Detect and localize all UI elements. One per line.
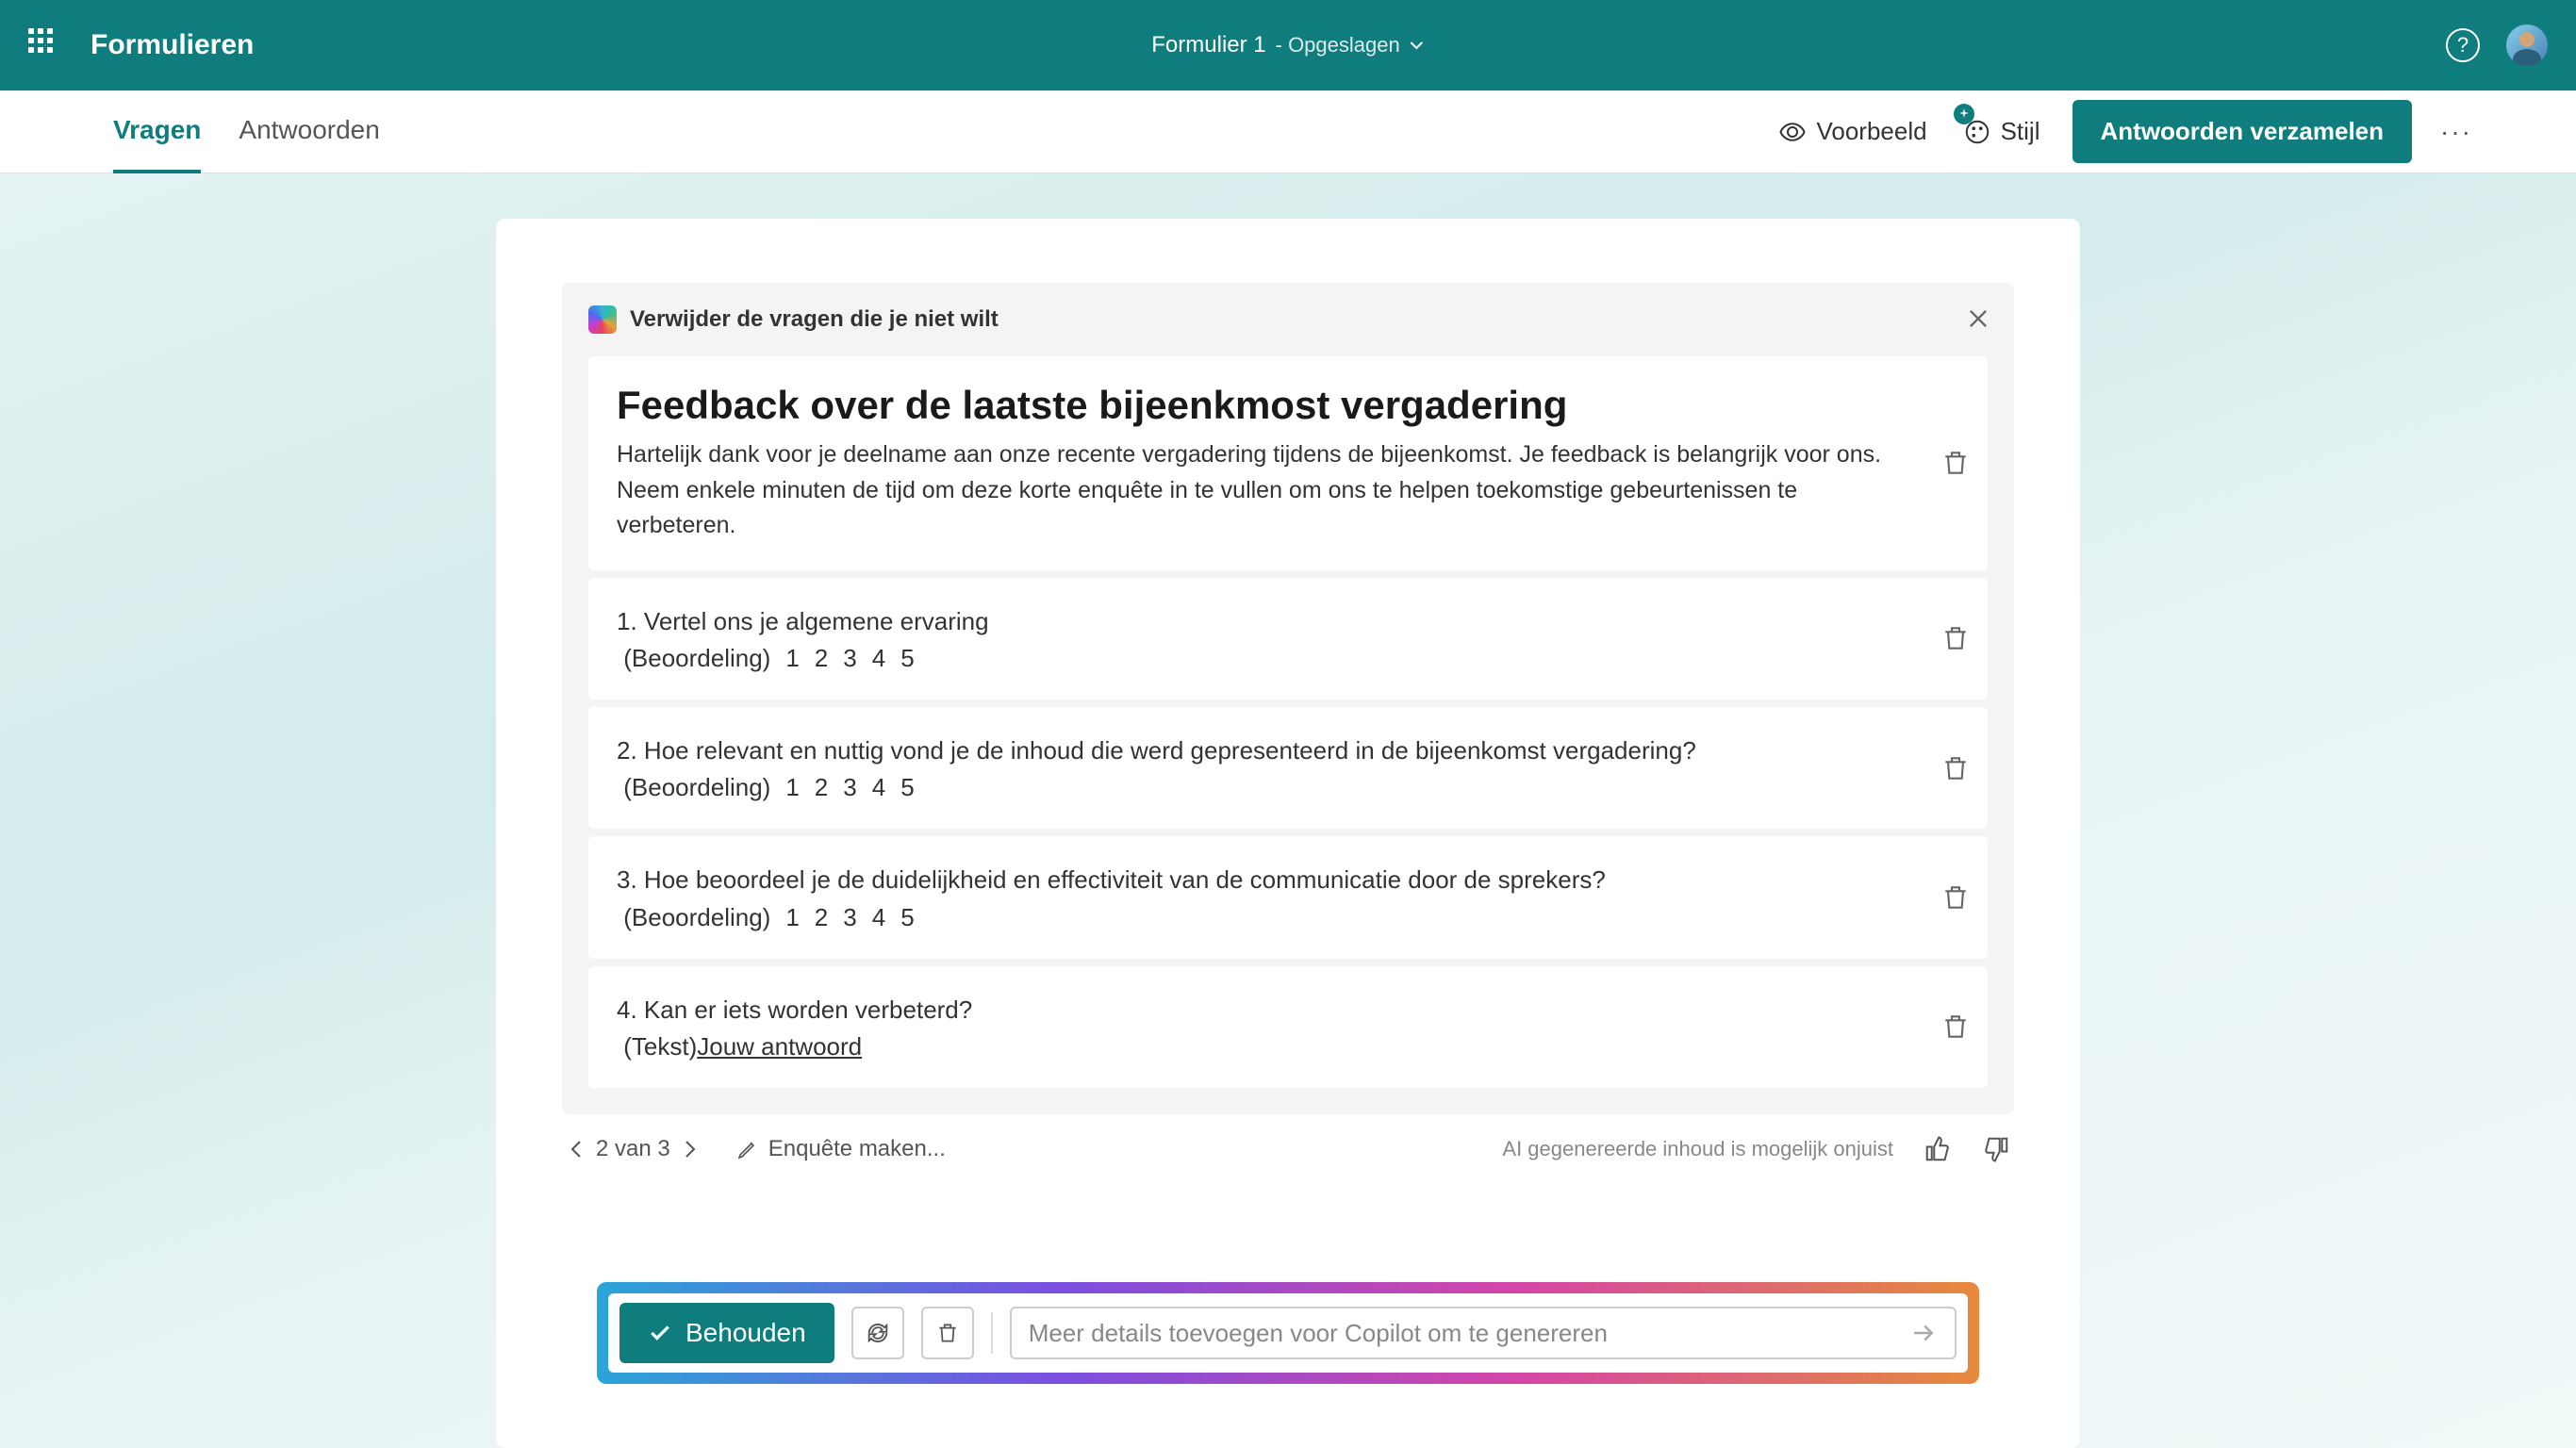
preview-button[interactable]: Voorbeeld bbox=[1775, 109, 1930, 154]
question-card[interactable]: 1. Vertel ons je algemene ervaring (Beoo… bbox=[588, 578, 1988, 699]
style-button[interactable]: Stijl bbox=[1959, 109, 2044, 154]
keep-label: Behouden bbox=[685, 1318, 806, 1348]
top-bar: Formulieren Formulier 1 - Opgeslagen ? bbox=[0, 0, 2576, 90]
chevron-down-icon bbox=[1410, 38, 1425, 53]
pager-label: 2 van 3 bbox=[596, 1136, 670, 1162]
keep-button[interactable]: Behouden bbox=[619, 1303, 834, 1363]
app-launcher-icon[interactable] bbox=[28, 28, 62, 62]
help-icon[interactable]: ? bbox=[2446, 28, 2480, 62]
divider bbox=[991, 1312, 993, 1354]
copilot-logo-icon bbox=[588, 305, 617, 334]
sub-bar: Vragen Antwoorden Voorbeeld Stijl Antwoo… bbox=[0, 90, 2576, 173]
doc-title-text: Formulier 1 bbox=[1151, 32, 1265, 58]
collect-responses-button[interactable]: Antwoorden verzamelen bbox=[2072, 100, 2413, 163]
more-options-icon[interactable]: ··· bbox=[2440, 117, 2472, 147]
thumbs-up-icon[interactable] bbox=[1924, 1135, 1952, 1163]
discard-button[interactable] bbox=[921, 1307, 974, 1359]
copilot-suggestion-card: Verwijder de vragen die je niet wilt Fee… bbox=[562, 283, 2014, 1114]
style-label: Stijl bbox=[2001, 117, 2040, 146]
preview-label: Voorbeeld bbox=[1816, 117, 1926, 146]
chevron-right-icon[interactable] bbox=[678, 1138, 701, 1160]
regenerate-button[interactable] bbox=[851, 1307, 904, 1359]
edit-survey-label: Enquête maken... bbox=[768, 1136, 946, 1162]
copilot-input[interactable] bbox=[1029, 1319, 1909, 1348]
copilot-input-wrap[interactable] bbox=[1010, 1307, 1957, 1359]
doc-status-text: - Opgeslagen bbox=[1276, 33, 1400, 58]
question-meta: (Tekst)Jouw antwoord bbox=[617, 1032, 1959, 1061]
edit-survey-button[interactable]: Enquête maken... bbox=[736, 1136, 946, 1162]
question-card[interactable]: 3. Hoe beoordeel je de duidelijkheid en … bbox=[588, 836, 1988, 958]
question-card[interactable]: 2. Hoe relevant en nuttig vond je de inh… bbox=[588, 707, 1988, 829]
eye-icon bbox=[1778, 118, 1807, 146]
question-card[interactable]: 4. Kan er iets worden verbeterd? (Tekst)… bbox=[588, 966, 1988, 1088]
document-title[interactable]: Formulier 1 - Opgeslagen bbox=[1151, 32, 1424, 58]
ai-disclaimer: AI gegenereerde inhoud is mogelijk onjui… bbox=[1502, 1137, 1893, 1161]
question-meta: (Beoordeling)12345 bbox=[617, 773, 1959, 802]
question-text: 3. Hoe beoordeel je de duidelijkheid en … bbox=[617, 863, 1959, 897]
pager-row: 2 van 3 Enquête maken... AI gegenereerde… bbox=[562, 1127, 2014, 1171]
canvas-area: Verwijder de vragen die je niet wilt Fee… bbox=[0, 173, 2576, 1448]
app-title: Formulieren bbox=[91, 29, 254, 61]
question-text: 2. Hoe relevant en nuttig vond je de inh… bbox=[617, 733, 1959, 767]
form-description: Hartelijk dank voor je deelname aan onze… bbox=[617, 437, 1959, 544]
form-canvas: Verwijder de vragen die je niet wilt Fee… bbox=[496, 219, 2080, 1448]
send-icon[interactable] bbox=[1909, 1319, 1938, 1347]
sparkle-badge-icon bbox=[1954, 104, 1974, 124]
trash-icon[interactable] bbox=[1940, 1012, 1971, 1042]
copilot-hint-text: Verwijder de vragen die je niet wilt bbox=[630, 306, 999, 333]
trash-icon[interactable] bbox=[1940, 882, 1971, 913]
question-meta: (Beoordeling)12345 bbox=[617, 903, 1959, 932]
form-header-section[interactable]: Feedback over de laatste bijeenkmost ver… bbox=[588, 356, 1988, 570]
chevron-left-icon[interactable] bbox=[566, 1138, 588, 1160]
thumbs-down-icon[interactable] bbox=[1982, 1135, 2010, 1163]
tab-answers[interactable]: Antwoorden bbox=[239, 90, 379, 173]
copilot-action-bar: Behouden bbox=[597, 1282, 1979, 1384]
user-avatar[interactable] bbox=[2506, 25, 2548, 66]
trash-icon bbox=[935, 1321, 960, 1345]
question-meta: (Beoordeling)12345 bbox=[617, 644, 1959, 673]
question-text: 4. Kan er iets worden verbeterd? bbox=[617, 993, 1959, 1027]
question-text: 1. Vertel ons je algemene ervaring bbox=[617, 604, 1959, 638]
trash-icon[interactable] bbox=[1940, 448, 1971, 478]
pencil-icon bbox=[736, 1138, 759, 1160]
tab-questions[interactable]: Vragen bbox=[113, 90, 201, 173]
trash-icon[interactable] bbox=[1940, 623, 1971, 653]
check-icon bbox=[648, 1321, 672, 1345]
trash-icon[interactable] bbox=[1940, 753, 1971, 783]
form-title: Feedback over de laatste bijeenkmost ver… bbox=[617, 383, 1959, 428]
close-icon[interactable] bbox=[1965, 305, 1991, 332]
refresh-icon bbox=[865, 1320, 891, 1346]
